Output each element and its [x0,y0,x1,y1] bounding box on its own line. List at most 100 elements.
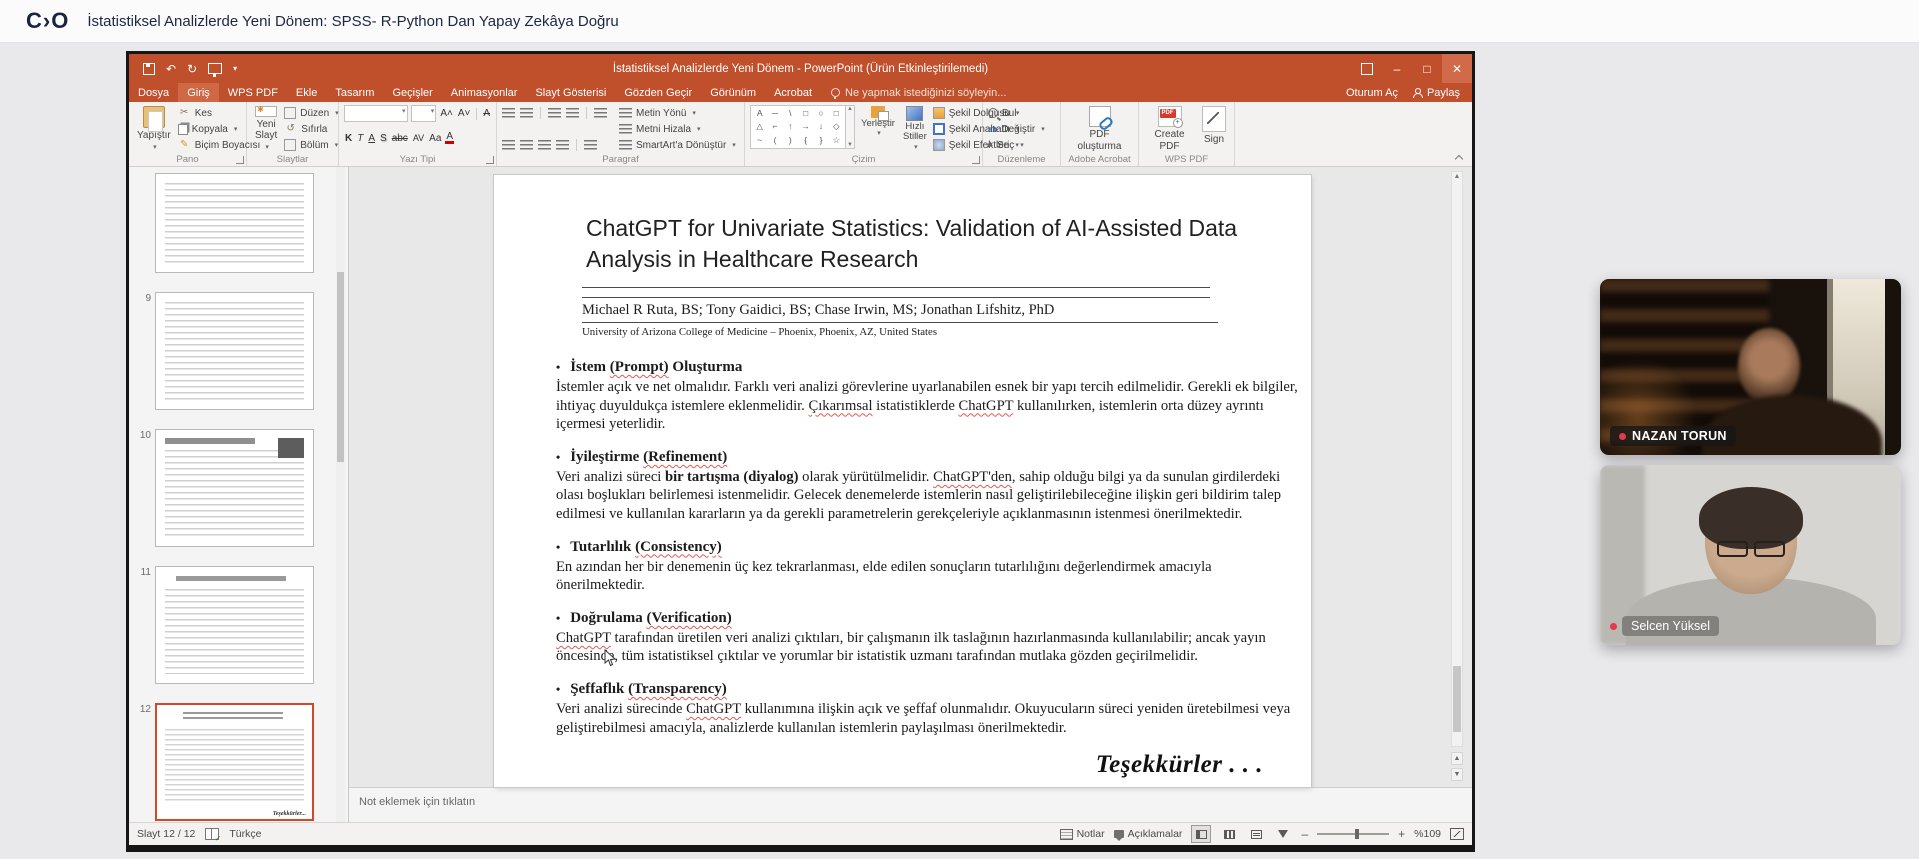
align-left-icon[interactable] [502,140,515,150]
ribbon-tab[interactable]: Animasyonlar [442,83,527,102]
select-button[interactable]: Seç [988,138,1045,152]
slide-indicator[interactable]: Slayt 12 / 12 [137,828,195,840]
quick-styles-button[interactable]: Hızlı Stiller [901,105,929,153]
numbering-icon[interactable] [520,108,533,118]
shape-icon[interactable]: A [757,108,763,118]
next-slide-button[interactable]: ▼ [1451,768,1463,781]
share-button[interactable]: Paylaş [1412,87,1460,99]
align-right-icon[interactable] [538,140,551,150]
maximize-button[interactable]: □ [1412,54,1442,83]
shape-icon[interactable]: □ [834,108,839,118]
slide-thumbnail[interactable] [135,173,348,273]
shapes-gallery-scroll[interactable]: ▲▼ [846,105,855,149]
shape-icon[interactable]: } [820,135,823,145]
font-format-button[interactable]: abc [391,133,409,144]
arrange-button[interactable]: Yerleştir [859,105,897,153]
tell-me-box[interactable]: Ne yapmak istediğinizi söyleyin... [821,87,1016,99]
ribbon-tab[interactable]: Ekle [287,83,326,102]
shape-icon[interactable]: → [801,121,810,131]
wps-sign-button[interactable]: Sign [1199,105,1229,153]
customize-qat-icon[interactable]: ▾ [233,64,237,73]
font-name-combo[interactable] [344,105,408,122]
collapse-ribbon-icon[interactable] [1455,154,1463,162]
slide-thumbnail[interactable]: 12 Teşekkürler... [135,703,348,821]
save-icon[interactable] [143,63,155,75]
layout-button[interactable]: Düzen [284,106,338,120]
grow-font-button[interactable]: A˄ [439,108,454,119]
shape-icon[interactable]: △ [756,121,763,132]
shape-icon[interactable]: ⌐ [773,121,778,131]
slide-editor[interactable]: ChatGPT for Univariate Statistics: Valid… [494,175,1311,787]
minimize-button[interactable]: – [1382,54,1412,83]
ribbon-tab[interactable]: Gözden Geçir [615,83,701,102]
shape-icon[interactable]: { [804,135,807,145]
slide-sorter-view-button[interactable] [1220,826,1238,842]
fit-to-window-icon[interactable] [1450,828,1464,840]
bullets-icon[interactable] [502,108,515,118]
spellcheck-icon[interactable] [205,828,219,840]
ribbon-tab[interactable]: WPS PDF [219,83,287,102]
increase-indent-icon[interactable] [566,108,579,118]
shrink-font-button[interactable]: A˅ [457,108,472,119]
start-slideshow-icon[interactable] [208,63,222,74]
ribbon-tab[interactable]: Acrobat [765,83,821,102]
shape-icon[interactable]: □ [803,108,808,118]
participant-video-2[interactable]: Selcen Yüksel [1600,465,1901,645]
wps-create-pdf-button[interactable]: Create PDF [1144,105,1195,153]
normal-view-button[interactable] [1191,825,1211,843]
slide-thumbnail[interactable]: 11 [135,566,348,684]
font-format-button[interactable]: AV [412,133,425,143]
shape-icon[interactable]: ─ [772,108,778,118]
font-format-button[interactable]: A [445,132,454,144]
line-spacing-icon[interactable] [594,108,607,118]
previous-slide-button[interactable]: ▲ [1451,752,1463,765]
ribbon-tab[interactable]: Dosya [129,83,178,102]
ribbon-tab[interactable]: Tasarım [326,83,383,102]
notes-placeholder[interactable]: Not eklemek için tıklatın [349,787,1472,822]
shape-icon[interactable]: ☆ [833,135,841,146]
replace-button[interactable]: abDeğiştir [988,122,1045,136]
ribbon-options-button[interactable] [1352,54,1382,83]
comments-toggle[interactable]: Açıklamalar [1114,828,1183,840]
close-button[interactable]: ✕ [1442,54,1472,83]
font-size-combo[interactable] [411,105,437,122]
new-slide-button[interactable]: Yeni Slayt [252,105,280,153]
zoom-in-button[interactable]: + [1398,827,1405,841]
reset-button[interactable]: ↺Sıfırla [284,122,338,136]
language-indicator[interactable]: Türkçe [229,828,261,840]
shape-icon[interactable]: ) [789,135,792,145]
zoom-level[interactable]: %109 [1414,828,1441,840]
notes-toggle[interactable]: Notlar [1060,828,1105,840]
zoom-slider-thumb[interactable] [1355,829,1359,839]
create-pdf-acrobat-button[interactable]: PDF oluşturma [1066,105,1133,153]
reading-view-button[interactable] [1247,826,1265,842]
thumbnail-scrollbar[interactable] [336,167,345,822]
font-format-button[interactable]: T [356,133,364,144]
slideshow-view-button[interactable] [1274,826,1292,842]
redo-icon[interactable]: ↻ [187,63,197,75]
paste-button[interactable]: Yapıştır [134,105,174,153]
font-format-button[interactable]: S [379,133,388,144]
font-format-button[interactable]: K [344,133,353,144]
dialog-launcher-icon[interactable] [486,156,494,164]
shape-icon[interactable]: ◇ [833,121,840,132]
dialog-launcher-icon[interactable] [972,156,980,164]
align-center-icon[interactable] [520,140,533,150]
columns-icon[interactable] [584,140,597,150]
ribbon-tab[interactable]: Giriş [178,83,219,102]
decrease-indent-icon[interactable] [548,108,561,118]
shape-icon[interactable]: ( [774,135,777,145]
shape-icon[interactable]: ↑ [788,121,792,131]
zoom-slider[interactable] [1317,833,1389,835]
shape-icon[interactable]: ○ [818,108,823,118]
slide-scrollbar[interactable]: ▲ [1451,171,1463,747]
font-format-button[interactable]: Aa [428,133,442,144]
zoom-out-button[interactable]: – [1301,827,1308,841]
align-text-button[interactable]: Metni Hizala [619,122,736,136]
sign-in-button[interactable]: Oturum Aç [1346,87,1398,99]
shape-icon[interactable]: ↓ [819,121,823,131]
font-format-button[interactable]: A [367,133,376,144]
convert-smartart-button[interactable]: SmartArt'a Dönüştür [619,138,736,152]
find-button[interactable]: Bul [988,106,1045,120]
ribbon-tab[interactable]: Görünüm [701,83,765,102]
